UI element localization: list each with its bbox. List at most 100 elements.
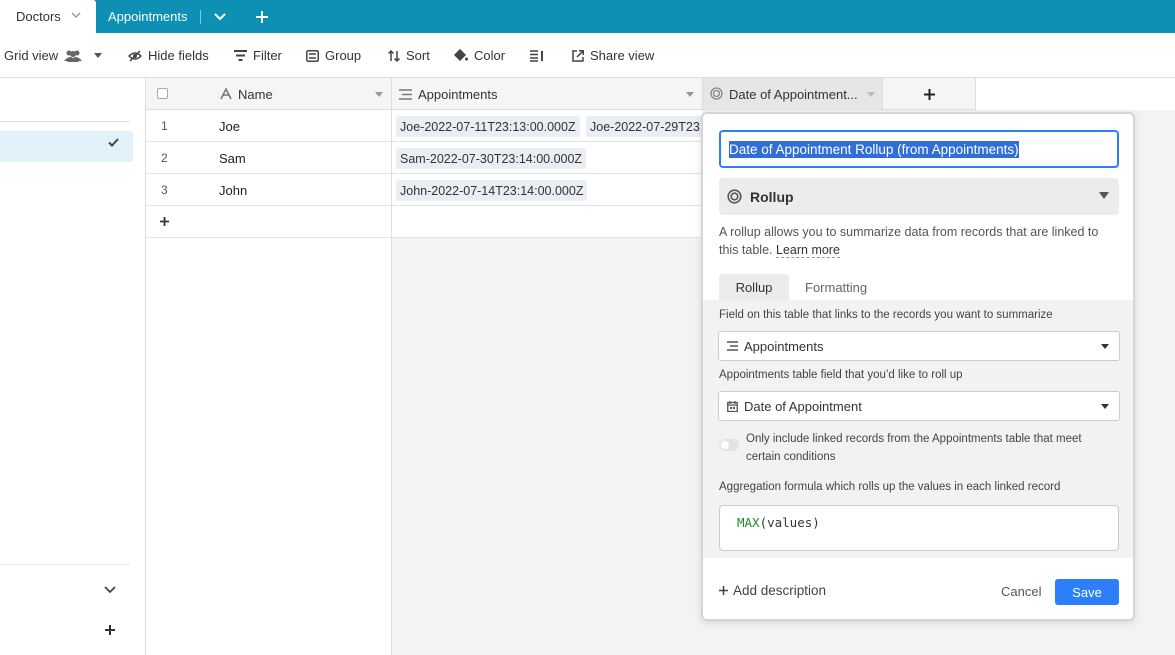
group-button[interactable]: Group — [306, 33, 361, 78]
row-number: 2 — [161, 151, 168, 165]
condition-toggle[interactable] — [719, 439, 739, 451]
color-button[interactable]: Color — [454, 33, 505, 78]
column-header-name[interactable]: Name — [146, 78, 392, 110]
caret-down-icon — [1099, 192, 1109, 199]
plus-icon — [923, 88, 935, 100]
row-number: 3 — [161, 183, 168, 197]
table-row[interactable]: 3 John — [146, 174, 391, 206]
paint-bucket-icon — [454, 49, 468, 62]
link-field-label: Field on this table that links to the re… — [719, 309, 1053, 321]
view-name: Grid view — [4, 48, 59, 63]
table-row[interactable]: John-2022-07-14T23:14:00.000Z — [392, 174, 702, 206]
row-number: 1 — [161, 119, 168, 133]
select-all-checkbox[interactable] — [157, 88, 168, 99]
caret-down-icon[interactable] — [375, 92, 383, 97]
caret-down-icon — [1101, 404, 1109, 409]
rollup-icon — [727, 189, 742, 204]
color-label: Color — [474, 48, 506, 63]
table-row[interactable]: 2 Sam — [146, 142, 391, 174]
add-row-cell[interactable] — [392, 206, 702, 238]
grid-header: Name Appointments Date of Appointment... — [146, 78, 976, 110]
table-row[interactable]: 1 Joe — [146, 110, 391, 142]
sidebar-divider — [0, 121, 130, 122]
add-table-button[interactable] — [256, 0, 268, 33]
save-button[interactable]: Save — [1055, 579, 1119, 605]
check-icon — [108, 138, 119, 150]
group-icon — [306, 49, 319, 62]
plus-icon — [160, 217, 169, 226]
tab-formatting[interactable]: Formatting — [805, 274, 867, 301]
column-label: Date of Appointment... — [729, 87, 858, 102]
field-type-description: A rollup allows you to summarize data fr… — [719, 223, 1119, 259]
caret-down-icon — [1101, 344, 1109, 349]
filter-button[interactable]: Filter — [234, 33, 282, 78]
chevron-down-icon[interactable] — [104, 582, 116, 597]
aggregation-formula-editor[interactable]: MAX(values) — [719, 505, 1119, 551]
share-icon — [572, 49, 584, 62]
plus-icon — [256, 10, 268, 23]
cancel-button[interactable]: Cancel — [1001, 584, 1041, 599]
cell-name[interactable]: John — [219, 183, 247, 198]
plus-icon — [719, 586, 728, 595]
views-sidebar — [0, 78, 146, 655]
table-row[interactable]: Sam-2022-07-30T23:14:00.000Z — [392, 142, 702, 174]
rollup-field-label: Appointments table field that you’d like… — [719, 369, 963, 381]
row-height-button[interactable] — [530, 33, 544, 78]
learn-more-link[interactable]: Learn more — [776, 243, 840, 258]
condition-toggle-label: Only include linked records from the App… — [746, 433, 1082, 463]
rollup-field-select[interactable]: Date of Appointment — [718, 391, 1120, 421]
more-tables-button[interactable] — [214, 0, 226, 33]
calendar-icon — [727, 400, 738, 412]
column-header-appointments[interactable]: Appointments — [392, 78, 703, 110]
caret-down-icon — [94, 52, 103, 58]
tab-doctors[interactable]: Doctors — [0, 0, 96, 33]
sort-label: Sort — [406, 48, 430, 63]
field-name-text: Date of Appointment Rollup (from Appoint… — [729, 140, 1019, 158]
tab-rollup[interactable]: Rollup — [719, 274, 789, 301]
linked-record-chip[interactable]: Sam-2022-07-30T23:14:00.000Z — [396, 148, 587, 169]
add-view-button[interactable] — [105, 622, 115, 639]
column-label: Appointments — [418, 87, 498, 102]
tab-appointments[interactable]: Appointments — [108, 0, 188, 33]
hide-fields-button[interactable]: Hide fields — [128, 33, 209, 78]
linked-record-chip[interactable]: Joe-2022-07-11T23:13:00.000Z — [396, 116, 580, 137]
sort-button[interactable]: Sort — [388, 33, 430, 78]
tab-doctors-label: Doctors — [16, 9, 61, 24]
tab-formatting-label: Formatting — [805, 280, 868, 295]
add-column-button[interactable] — [883, 78, 976, 110]
filter-icon — [234, 50, 247, 61]
eye-slash-icon — [128, 49, 142, 62]
field-config-dialog: Date of Appointment Rollup (from Appoint… — [701, 112, 1135, 621]
sidebar-divider — [0, 564, 130, 565]
linked-record-icon — [727, 341, 738, 351]
caret-down-icon[interactable] — [686, 92, 694, 97]
row-height-icon — [530, 49, 543, 62]
dialog-footer: Add description Cancel Save — [703, 558, 1133, 619]
group-label: Group — [325, 48, 362, 63]
grid-body-primary: 1 Joe 2 Sam 3 John — [146, 110, 392, 655]
link-field-select[interactable]: Appointments — [718, 331, 1120, 361]
share-view-button[interactable]: Share view — [572, 33, 654, 78]
cell-name[interactable]: Joe — [219, 119, 240, 134]
add-row-button[interactable] — [146, 206, 391, 238]
text-field-icon — [220, 88, 232, 100]
table-row[interactable]: Joe-2022-07-11T23:13:00.000Z Joe-2022-07… — [392, 110, 702, 142]
chevron-down-icon[interactable] — [71, 11, 81, 22]
view-toolbar: Grid view Hide fields Filter Group Sort … — [0, 33, 1175, 78]
field-name-input[interactable]: Date of Appointment Rollup (from Appoint… — [719, 130, 1119, 168]
field-type-label: Rollup — [750, 188, 794, 205]
linked-record-chip[interactable]: John-2022-07-14T23:14:00.000Z — [396, 180, 588, 201]
view-switcher[interactable]: Grid view — [4, 33, 103, 78]
plus-icon — [105, 625, 115, 635]
field-type-select[interactable]: Rollup — [719, 178, 1119, 215]
tab-divider — [200, 10, 201, 24]
add-description-button[interactable]: Add description — [719, 583, 826, 598]
hide-fields-label: Hide fields — [148, 48, 209, 63]
aggregation-label: Aggregation formula which rolls up the v… — [719, 481, 1061, 493]
share-view-label: Share view — [590, 48, 655, 63]
cell-name[interactable]: Sam — [219, 151, 246, 166]
linked-record-chip[interactable]: Joe-2022-07-29T23 — [586, 116, 702, 137]
caret-down-icon[interactable] — [867, 92, 875, 97]
column-header-date-rollup[interactable]: Date of Appointment... — [703, 78, 883, 110]
chevron-down-icon — [214, 12, 226, 20]
